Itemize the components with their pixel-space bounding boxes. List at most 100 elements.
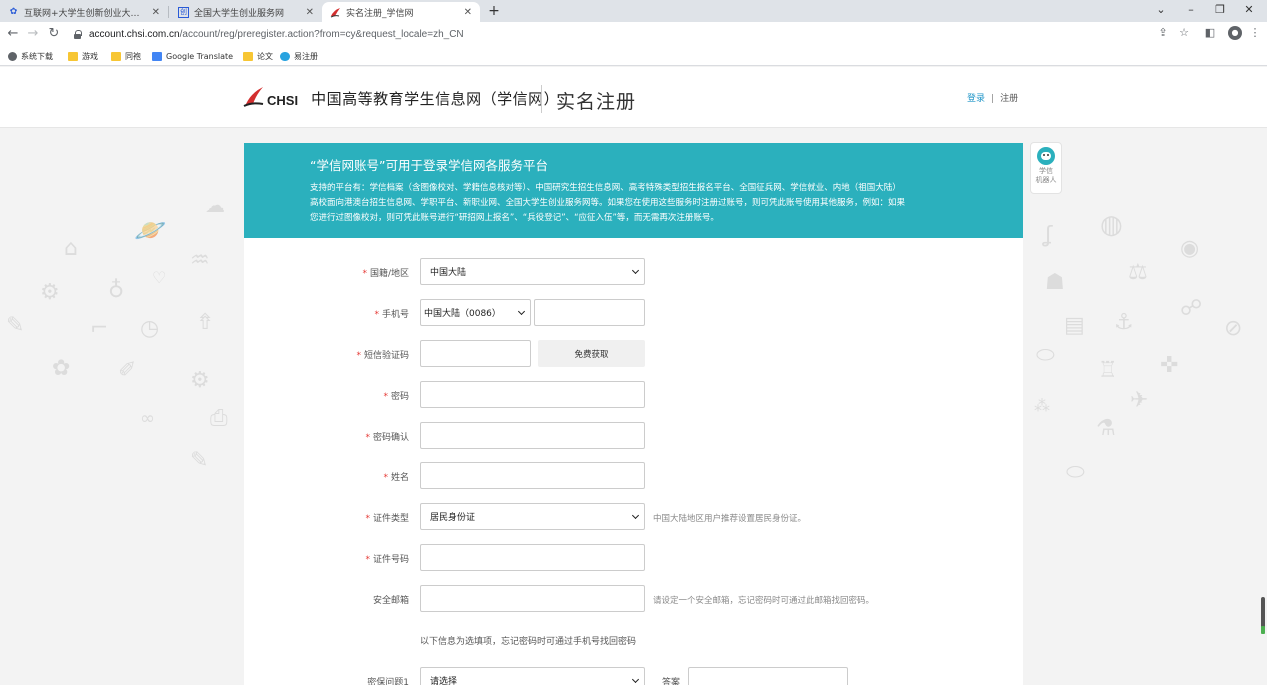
bookmark-star-icon[interactable]: ☆ <box>1177 26 1191 39</box>
helmet-doodle-icon: ☗ <box>1045 270 1065 295</box>
banner-line: 支持的平台有：学信档案（含图像校对、学籍信息核对等）、中国研究生招生信息网、高考… <box>310 183 901 193</box>
chsi-bird-icon <box>330 7 341 18</box>
password-input[interactable] <box>420 381 645 408</box>
people-doodle-icon: ☍ <box>1180 296 1203 321</box>
browser-tab-bar: ✿ 互联网+大学生创新创业大赛_百... ✕ 创 全国大学生创业服务网 ✕ 实名… <box>0 0 1267 22</box>
tab-title: 互联网+大学生创新创业大赛_百... <box>24 8 146 19</box>
url-path: /account/reg/preregister.action?from=cy&… <box>179 28 464 40</box>
gamepad-doodle-icon: ✜ <box>1160 353 1179 378</box>
bookmark-label: 易注册 <box>294 51 318 61</box>
compass-doodle-icon: ⊘ <box>1224 316 1243 341</box>
email-label: 安全邮箱 <box>372 596 409 606</box>
book-doodle-icon: ▤ <box>1064 313 1085 338</box>
chat-robot-button[interactable]: 学信 机器人 <box>1030 142 1062 194</box>
hydrant-doodle-icon: ♖ <box>1098 358 1118 383</box>
chsi-bird-icon <box>243 85 265 109</box>
menu-icon[interactable]: ⋮ <box>1248 26 1262 39</box>
new-tab-button[interactable]: + <box>486 2 502 20</box>
banner-line: 您进行过图像校对，则可凭此账号进行“研招网上报名”、“兵役登记”、“应征入伍”等… <box>310 213 719 223</box>
tab-title: 全国大学生创业服务网 <box>194 8 285 19</box>
password-confirm-label: * 密码确认 <box>244 430 409 443</box>
register-link[interactable]: 注册 <box>1000 94 1018 104</box>
reload-icon[interactable]: ↻ <box>47 26 61 42</box>
password-label: * 密码 <box>244 389 409 402</box>
plane-doodle-icon: ✈ <box>1130 388 1149 413</box>
forward-icon[interactable]: → <box>26 26 40 42</box>
brush-doodle-icon: ✐ <box>118 358 137 383</box>
apple-doodle-icon: ♁ <box>108 278 125 303</box>
browser-tab-active[interactable]: 实名注册_学信网 ✕ <box>322 2 480 22</box>
required-mark: * <box>383 473 388 483</box>
phone-country-select[interactable]: 中国大陆（0086） <box>420 299 531 326</box>
sms-code-input[interactable] <box>420 340 531 367</box>
bookmark-item[interactable]: 游戏 <box>68 49 98 63</box>
site-header: CHSI 中国高等教育学生信息网（学信网） 实名注册 登录 | 注册 <box>0 67 1267 128</box>
robot-label: 机器人 <box>1035 176 1057 184</box>
required-mark: * <box>374 310 379 320</box>
name-input[interactable] <box>420 462 645 489</box>
required-mark: * <box>356 351 361 361</box>
profile-avatar-icon[interactable]: ● <box>1228 26 1242 40</box>
planet-doodle-icon: 🪐 <box>134 216 167 246</box>
bookmark-label: 论文 <box>257 51 273 61</box>
password-confirm-input[interactable] <box>420 422 645 449</box>
bike-doodle-icon: ⚙ <box>40 280 60 305</box>
back-icon[interactable]: ← <box>6 26 20 42</box>
info-banner: “学信网账号”可用于登录学信网各服务平台 支持的平台有：学信档案（含图像校对、学… <box>244 143 1023 238</box>
label-text: 证件号码 <box>372 555 409 565</box>
chevron-down-icon <box>631 511 640 520</box>
camera-doodle-icon: ⌂ <box>64 236 78 261</box>
share-icon[interactable]: ⇪ <box>1156 26 1170 39</box>
browser-tab[interactable]: ✿ 互联网+大学生创新创业大赛_百... ✕ <box>0 2 168 22</box>
label-text: 手机号 <box>381 310 409 320</box>
header-divider <box>541 85 542 113</box>
bookmark-label: 游戏 <box>82 51 98 61</box>
id-number-input[interactable] <box>420 544 645 571</box>
side-panel-icon[interactable]: ◧ <box>1203 26 1217 39</box>
close-icon[interactable]: ✕ <box>152 7 160 18</box>
required-mark: * <box>383 392 388 402</box>
security-question-label: 密保问题1 <box>367 678 409 685</box>
chsi-logo[interactable]: CHSI 中国高等教育学生信息网（学信网） <box>243 81 559 113</box>
address-bar: ← → ↻ account.chsi.com.cn/account/reg/pr… <box>0 22 1267 46</box>
site-favicon-icon: 创 <box>178 6 189 18</box>
label-text: 证件类型 <box>372 514 409 524</box>
close-window-icon[interactable]: ✕ <box>1242 3 1256 16</box>
id-type-label: * 证件类型 <box>244 511 409 524</box>
required-mark: * <box>365 514 370 524</box>
camera-doodle-icon: ⎙ <box>210 406 228 431</box>
login-link[interactable]: 登录 <box>967 94 985 104</box>
tab-search-icon[interactable]: ⌄ <box>1154 3 1168 16</box>
minimize-icon[interactable]: – <box>1184 3 1198 16</box>
chevron-down-icon <box>517 307 526 316</box>
nationality-select[interactable]: 中国大陆 <box>420 258 645 285</box>
restore-icon[interactable]: ❐ <box>1213 3 1227 16</box>
page-title: 实名注册 <box>556 91 637 113</box>
bookmark-item[interactable]: Google Translate <box>152 49 233 63</box>
required-mark: * <box>365 433 370 443</box>
get-sms-code-button[interactable]: 免费获取 <box>538 340 645 367</box>
paw-doodle-icon: ✿ <box>52 356 71 381</box>
url-field[interactable]: account.chsi.com.cn/account/reg/preregis… <box>74 25 1174 43</box>
bookmark-item[interactable]: 论文 <box>243 49 273 63</box>
robot-label: 学信 <box>1039 167 1053 175</box>
url-host: account.chsi.com.cn <box>89 28 180 40</box>
bookmark-item[interactable]: 易注册 <box>280 49 318 63</box>
pencil-doodle-icon: ✎ <box>6 313 25 338</box>
bookmark-item[interactable]: 同袍 <box>111 49 141 63</box>
close-icon[interactable]: ✕ <box>306 7 314 18</box>
id-type-select[interactable]: 居民身份证 <box>420 503 645 530</box>
answer-label: 答案 <box>661 678 680 685</box>
pill-doodle-icon: ⬭ <box>1066 460 1085 485</box>
browser-tab[interactable]: 创 全国大学生创业服务网 ✕ <box>170 2 322 22</box>
folder-icon <box>243 51 253 61</box>
bookmark-item[interactable]: 系统下载 <box>8 49 53 63</box>
phone-input[interactable] <box>534 299 645 326</box>
registration-form: * 国籍/地区 中国大陆 * 手机号 中国大陆（0086） * 短信验证码 免费获取 … <box>244 238 1023 685</box>
close-icon[interactable]: ✕ <box>464 7 472 18</box>
required-mark: * <box>365 555 370 565</box>
email-input[interactable] <box>420 585 645 612</box>
rocket-doodle-icon: ⇮ <box>196 310 215 335</box>
label-text: 国籍/地区 <box>369 269 409 279</box>
answer-input[interactable] <box>688 667 848 685</box>
